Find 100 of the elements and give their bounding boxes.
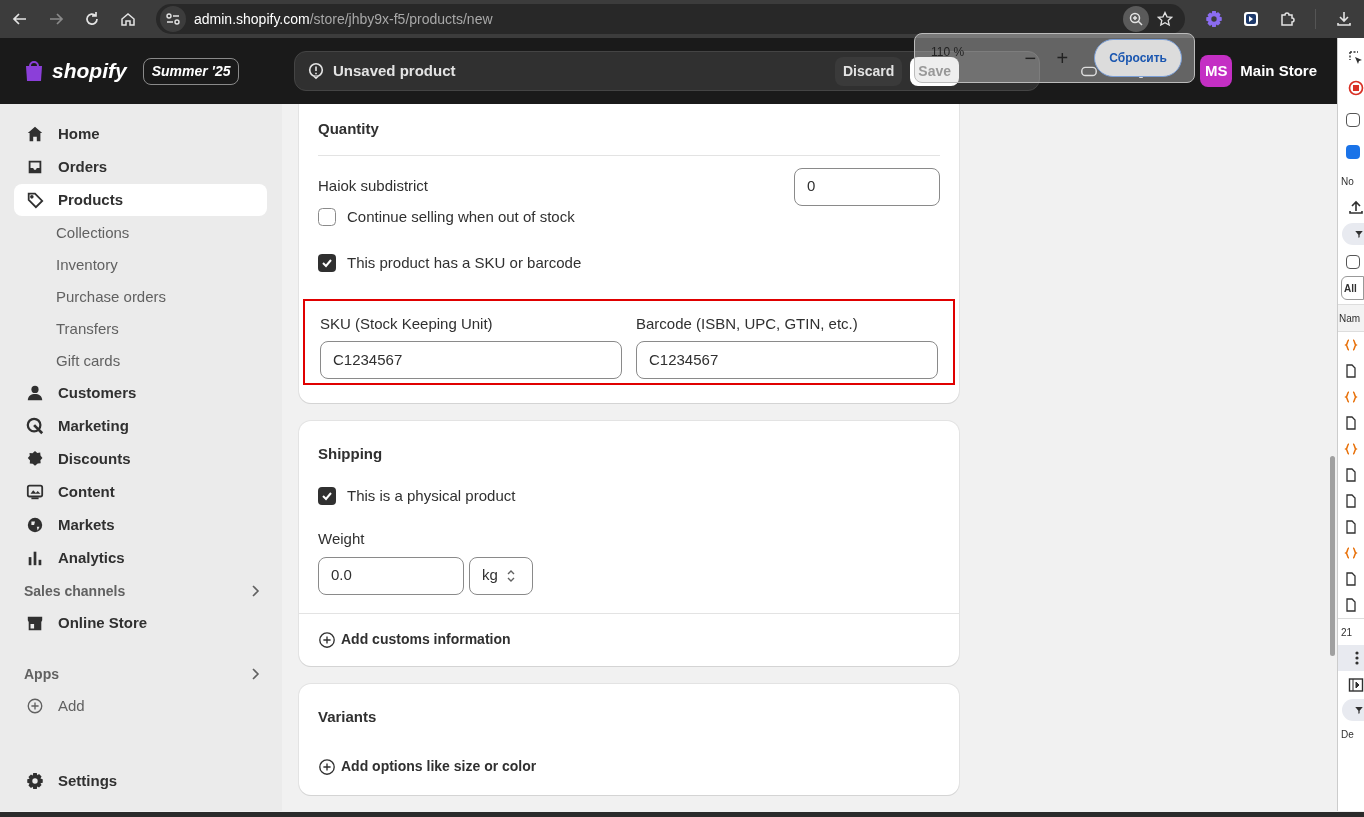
puzzle-icon[interactable] xyxy=(1279,11,1295,27)
devtools-text: Nam xyxy=(1338,311,1362,326)
nav-item[interactable]: Online Store xyxy=(14,607,267,639)
plus-icon xyxy=(26,697,44,715)
file-icon xyxy=(1344,572,1358,586)
gear-icon[interactable] xyxy=(1205,10,1223,28)
unit-select[interactable]: kg xyxy=(469,556,533,595)
home-icon xyxy=(26,125,44,143)
store-avatar[interactable]: MS xyxy=(1200,55,1233,87)
chevron-up-down-icon xyxy=(505,568,516,583)
nav-item[interactable]: Settings xyxy=(14,765,267,797)
nav-subitem[interactable]: Collections xyxy=(14,217,267,249)
checkbox[interactable] xyxy=(1346,113,1360,127)
discard-button[interactable]: Discard xyxy=(834,56,903,86)
store-name[interactable]: Main Store xyxy=(1240,59,1317,83)
inbox-icon xyxy=(26,158,44,176)
upload-icon[interactable] xyxy=(1348,199,1364,215)
zoom-icon[interactable] xyxy=(1128,11,1144,27)
quantity-field[interactable]: 0 xyxy=(794,167,940,206)
extension-icon[interactable] xyxy=(1243,11,1259,27)
checkbox-label[interactable]: This is a physical product xyxy=(347,484,516,507)
checkbox-label[interactable]: This product has a SKU or barcode xyxy=(347,252,582,275)
plus-circle-icon xyxy=(318,757,336,776)
file-icon xyxy=(1344,364,1358,378)
checkbox[interactable] xyxy=(1346,145,1360,159)
reload-icon[interactable] xyxy=(84,11,100,27)
nav-item[interactable]: Add xyxy=(14,690,267,722)
code-file-icon xyxy=(1344,442,1358,456)
nav-item[interactable]: Customers xyxy=(14,377,267,409)
add-customs-link[interactable]: Add customs information xyxy=(341,629,511,650)
nav-subitem[interactable]: Gift cards xyxy=(14,345,267,377)
badge-icon xyxy=(26,450,44,468)
forward-icon[interactable] xyxy=(48,11,64,27)
gear-icon xyxy=(26,772,44,790)
checkbox[interactable] xyxy=(318,486,336,505)
more-icon[interactable] xyxy=(1355,651,1359,665)
devtools-text: De xyxy=(1340,727,1355,742)
record-icon[interactable] xyxy=(1348,80,1364,96)
card-title: Quantity xyxy=(318,118,940,156)
checkbox-label[interactable]: Continue selling when out of stock xyxy=(347,205,575,228)
nav-item[interactable]: Orders xyxy=(14,151,267,183)
section-title: Sales channels xyxy=(24,581,126,601)
person-icon xyxy=(26,384,44,402)
store-icon xyxy=(26,614,44,632)
star-icon[interactable] xyxy=(1157,11,1173,27)
code-file-icon xyxy=(1344,338,1358,352)
home-icon[interactable] xyxy=(120,11,136,27)
nav-item[interactable]: Discounts xyxy=(14,443,267,475)
site-settings-icon[interactable] xyxy=(165,11,181,27)
address-bar[interactable]: admin.shopify.com/store/jhby9x-f5/products/new xyxy=(156,4,1185,34)
nav-item[interactable]: Marketing xyxy=(14,410,267,442)
nav-item[interactable]: Analytics xyxy=(14,542,267,574)
add-options-link[interactable]: Add options like size or color xyxy=(341,756,537,777)
file-icon xyxy=(1344,494,1358,508)
devtools-text: 21 xyxy=(1340,625,1354,640)
inspect-icon[interactable] xyxy=(1348,50,1364,66)
nav-item[interactable]: Home xyxy=(14,118,267,150)
card-title: Shipping xyxy=(318,444,384,464)
url-text: admin.shopify.com/store/jhby9x-f5/products/new xyxy=(194,9,493,29)
bar-chart-icon xyxy=(26,549,44,567)
image-icon xyxy=(26,483,44,501)
back-icon[interactable] xyxy=(12,11,28,27)
section-title: Apps xyxy=(24,664,59,684)
plus-circle-icon xyxy=(318,630,336,649)
checkbox[interactable] xyxy=(318,207,336,226)
globe-icon xyxy=(26,516,44,534)
field-label: Weight xyxy=(318,529,366,549)
scrollbar-thumb[interactable] xyxy=(1330,456,1335,656)
card-title: Variants xyxy=(318,706,378,727)
edition-badge: Summer '25 xyxy=(142,57,240,85)
alert-icon xyxy=(307,62,325,80)
field-label: Barcode (ISBN, UPC, GTIN, etc.) xyxy=(636,313,859,334)
download-icon[interactable] xyxy=(1336,11,1352,27)
status-text: Unsaved product xyxy=(333,60,456,81)
tag-icon xyxy=(26,191,44,209)
location-label: Haiok subdistrict xyxy=(318,176,429,197)
file-icon xyxy=(1344,598,1358,612)
file-icon xyxy=(1344,468,1358,482)
nav-subitem[interactable]: Transfers xyxy=(14,313,267,345)
nav-item[interactable]: Markets xyxy=(14,509,267,541)
code-file-icon xyxy=(1344,390,1358,404)
code-file-icon xyxy=(1344,546,1358,560)
checkbox[interactable] xyxy=(1346,255,1360,269)
file-icon xyxy=(1344,416,1358,430)
nav-subitem[interactable]: Inventory xyxy=(14,249,267,281)
nav-subitem[interactable]: Purchase orders xyxy=(14,281,267,313)
panel-icon[interactable] xyxy=(1348,677,1364,693)
logo-text: shopify xyxy=(52,58,127,85)
nav-item[interactable]: Products xyxy=(14,184,267,216)
devtools-text: No xyxy=(1340,174,1355,189)
checkbox[interactable] xyxy=(318,254,336,273)
reset-button[interactable]: Сбросить xyxy=(1094,39,1182,77)
devtools-text[interactable]: All xyxy=(1341,276,1364,300)
file-icon xyxy=(1344,520,1358,534)
input-field[interactable]: C1234567 xyxy=(636,341,938,379)
field-label: SKU (Stock Keeping Unit) xyxy=(320,313,494,334)
weight-field[interactable]: 0.0 xyxy=(318,556,464,595)
nav-item[interactable]: Content xyxy=(14,476,267,508)
input-field[interactable]: C1234567 xyxy=(320,341,622,379)
shopping-bag-icon xyxy=(24,60,44,82)
